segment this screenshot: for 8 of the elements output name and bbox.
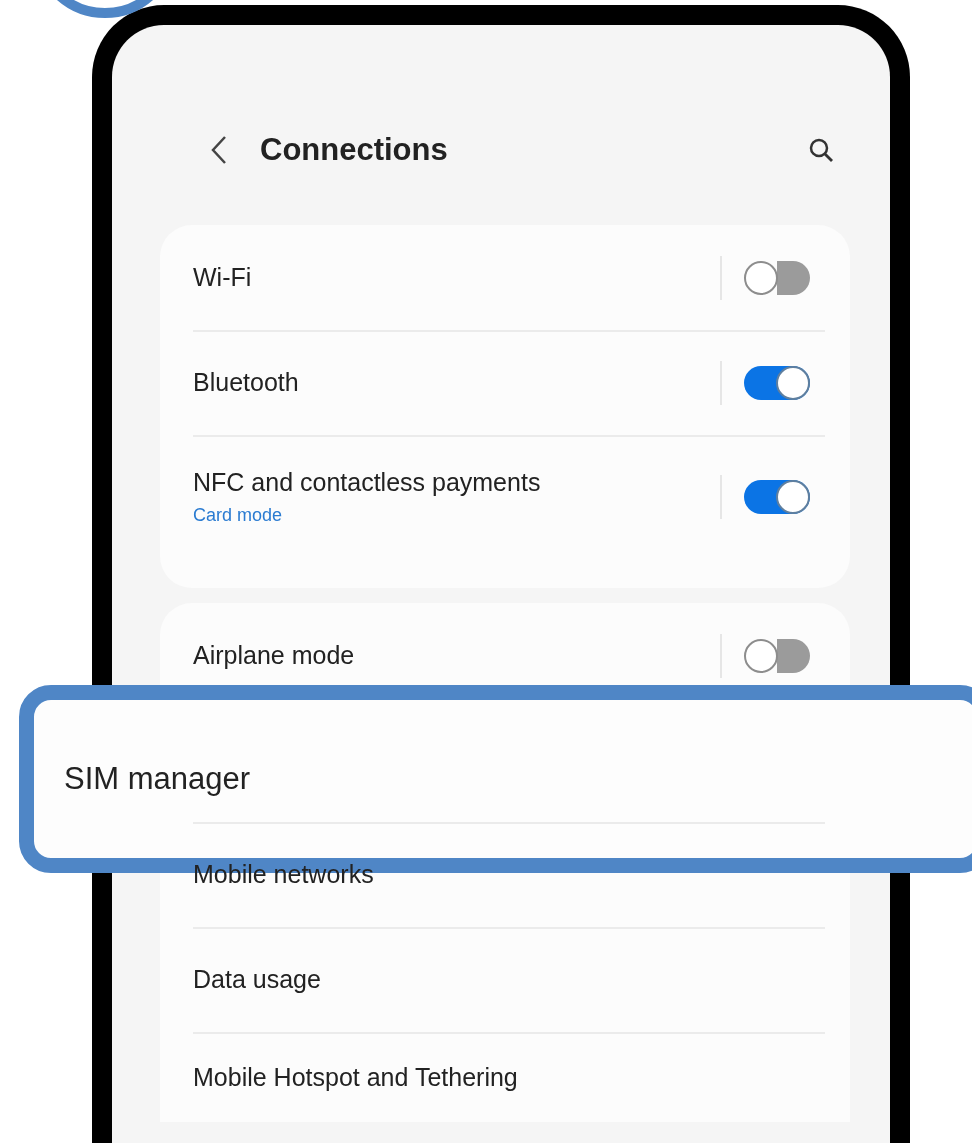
page-title: Connections <box>260 132 449 168</box>
setting-label[interactable]: NFC and contactless payments <box>193 467 720 497</box>
setting-label[interactable]: Data usage <box>193 965 810 994</box>
setting-status: Card mode <box>193 504 284 526</box>
setting-label[interactable]: Mobile Hotspot and Tethering <box>193 1062 810 1092</box>
setting-label[interactable]: Bluetooth <box>193 368 720 397</box>
setting-label[interactable]: Airplane mode <box>193 641 720 670</box>
setting-label[interactable]: Wi-Fi <box>193 263 720 292</box>
